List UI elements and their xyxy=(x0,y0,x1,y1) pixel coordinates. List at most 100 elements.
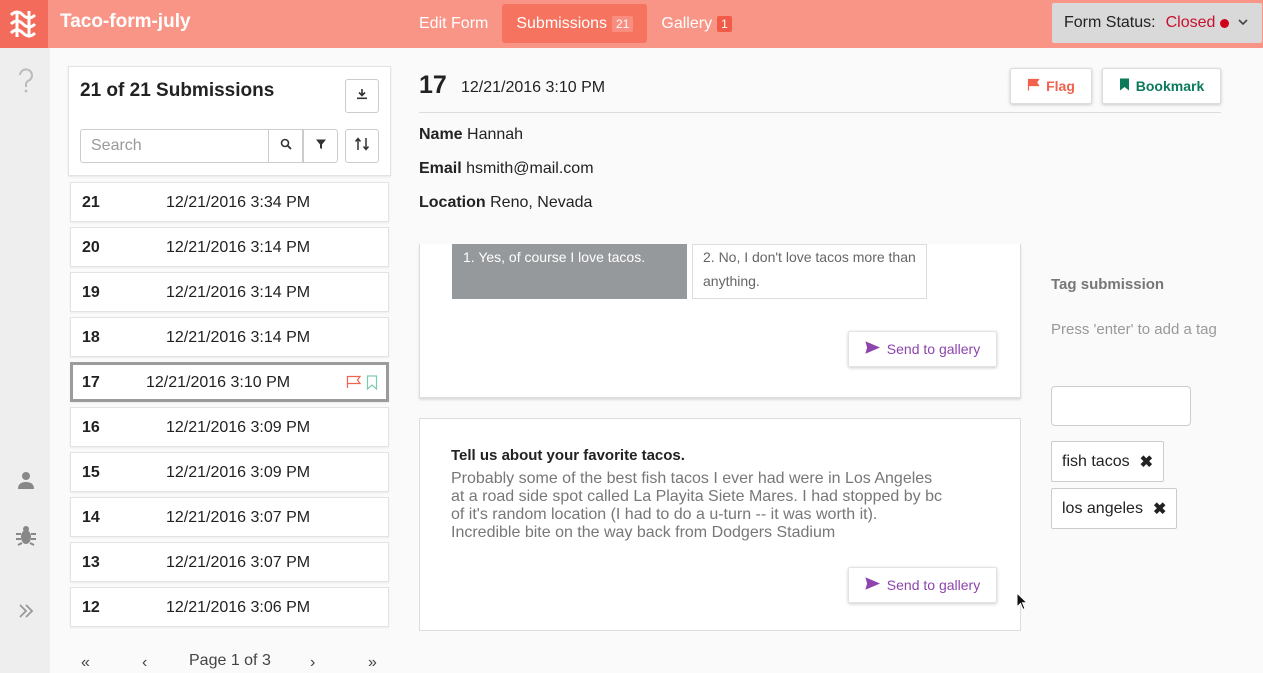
submission-row[interactable]: 15 12/21/2016 3:09 PM xyxy=(70,452,389,492)
submission-row[interactable]: 14 12/21/2016 3:07 PM xyxy=(70,497,389,537)
submission-row[interactable]: 20 12/21/2016 3:14 PM xyxy=(70,227,389,267)
submission-row[interactable]: 19 12/21/2016 3:14 PM xyxy=(70,272,389,312)
submissions-title: 21 of 21 Submissions xyxy=(80,80,275,101)
app-title: Taco-form-july xyxy=(60,11,191,32)
choice-option: 2. No, I don't love tacos more than anyt… xyxy=(692,244,927,299)
nav-submissions[interactable]: Submissions 21 xyxy=(502,4,648,43)
bookmark-icon xyxy=(1119,78,1130,94)
nav-submissions-label: Submissions xyxy=(516,14,608,32)
submission-row-selected[interactable]: 17 12/21/2016 3:10 PM xyxy=(70,362,389,402)
download-button[interactable] xyxy=(345,79,379,113)
field-label: Email xyxy=(419,160,462,177)
submission-row[interactable]: 13 12/21/2016 3:07 PM xyxy=(70,542,389,582)
first-page-button[interactable]: « xyxy=(81,654,90,672)
sort-button[interactable] xyxy=(345,129,379,163)
next-page-button[interactable]: › xyxy=(310,654,315,672)
submission-number: 18 xyxy=(82,329,100,346)
submissions-count-badge: 21 xyxy=(612,15,634,32)
logo-icon[interactable] xyxy=(0,0,48,48)
submission-number: 13 xyxy=(82,554,100,571)
field-label: Name xyxy=(419,126,463,143)
field-value: Hannah xyxy=(467,126,524,143)
remove-tag-icon[interactable]: ✖ xyxy=(1140,452,1153,472)
top-bar: Taco-form-july Edit Form Submissions 21 G… xyxy=(0,0,1263,48)
last-page-button[interactable]: » xyxy=(368,654,377,672)
answer-text: Probably some of the best fish tacos I e… xyxy=(451,470,942,541)
help-icon[interactable] xyxy=(14,68,38,93)
submission-date: 12/21/2016 3:14 PM xyxy=(166,329,311,346)
main-nav: Edit Form Submissions 21 Gallery 1 xyxy=(405,4,746,43)
search-icon xyxy=(280,137,292,155)
submission-number: 21 xyxy=(82,194,100,211)
send-to-gallery-button[interactable]: Send to gallery xyxy=(848,331,997,367)
submission-date: 12/21/2016 3:07 PM xyxy=(166,554,311,571)
submission-number: 16 xyxy=(82,419,100,436)
gallery-count-badge: 1 xyxy=(717,15,732,32)
field-email: Email hsmith@mail.com xyxy=(419,160,594,178)
tag-section-title: Tag submission xyxy=(1051,276,1165,293)
submission-row[interactable]: 12 12/21/2016 3:06 PM xyxy=(70,587,389,627)
answer-card-text: Tell us about your favorite tacos. Proba… xyxy=(419,418,1021,631)
remove-tag-icon[interactable]: ✖ xyxy=(1153,499,1166,519)
nav-gallery[interactable]: Gallery 1 xyxy=(647,4,745,43)
submission-row[interactable]: 16 12/21/2016 3:09 PM xyxy=(70,407,389,447)
expand-icon[interactable] xyxy=(14,599,38,623)
mouse-cursor-icon xyxy=(1016,591,1029,616)
form-status-label: Form Status: xyxy=(1064,14,1156,31)
divider xyxy=(419,112,1221,113)
submission-row[interactable]: 18 12/21/2016 3:14 PM xyxy=(70,317,389,357)
search-button[interactable] xyxy=(268,129,303,163)
field-name: Name Hannah xyxy=(419,126,523,144)
filter-button[interactable] xyxy=(303,129,338,163)
question-text: Tell us about your favorite tacos. xyxy=(451,447,685,464)
submission-number: 17 xyxy=(82,374,100,391)
submission-date: 12/21/2016 3:14 PM xyxy=(166,239,311,256)
nav-edit-form[interactable]: Edit Form xyxy=(405,4,502,43)
submission-number: 15 xyxy=(82,464,100,481)
tag-chip: fish tacos ✖ xyxy=(1051,441,1164,482)
flag-outline-icon[interactable] xyxy=(346,375,362,395)
submission-number: 19 xyxy=(82,284,100,301)
tag-chip: los angeles ✖ xyxy=(1051,488,1178,529)
nav-gallery-label: Gallery xyxy=(661,14,713,32)
choice-option-selected: 1. Yes, of course I love tacos. xyxy=(452,244,687,299)
send-to-gallery-label: Send to gallery xyxy=(886,341,981,357)
prev-page-button[interactable]: ‹ xyxy=(142,654,147,672)
flag-button[interactable]: Flag xyxy=(1010,68,1092,104)
submission-date: 12/21/2016 3:09 PM xyxy=(166,419,311,436)
submissions-panel: 21 of 21 Submissions xyxy=(68,66,391,176)
submission-number: 20 xyxy=(82,239,100,256)
field-label: Location xyxy=(419,194,486,211)
send-icon xyxy=(865,341,880,357)
status-dot-icon xyxy=(1220,18,1230,28)
tag-label: los angeles xyxy=(1062,499,1143,517)
chevron-down-icon xyxy=(1236,15,1250,34)
page-indicator: Page 1 of 3 xyxy=(189,652,271,669)
flag-icon xyxy=(1027,78,1040,94)
submission-date: 12/21/2016 3:34 PM xyxy=(166,194,311,211)
answer-card-choice: 1. Yes, of course I love tacos. 2. No, I… xyxy=(419,244,1021,398)
form-status-dropdown[interactable]: Form Status: Closed xyxy=(1052,3,1262,43)
submission-number: 14 xyxy=(82,509,100,526)
left-rail xyxy=(0,48,50,673)
submission-row[interactable]: 21 12/21/2016 3:34 PM xyxy=(70,182,389,222)
bug-icon[interactable] xyxy=(14,523,38,547)
submission-date: 12/21/2016 3:07 PM xyxy=(166,509,311,526)
tag-label: fish tacos xyxy=(1062,452,1130,470)
search-input[interactable] xyxy=(80,129,269,163)
tag-hint: Press 'enter' to add a tag xyxy=(1051,321,1217,338)
detail-date: 12/21/2016 3:10 PM xyxy=(461,79,606,96)
form-status-value: Closed xyxy=(1165,14,1216,31)
user-icon[interactable] xyxy=(14,468,38,492)
send-to-gallery-button[interactable]: Send to gallery xyxy=(848,567,997,603)
bookmark-button[interactable]: Bookmark xyxy=(1102,68,1221,104)
submission-date: 12/21/2016 3:06 PM xyxy=(166,599,311,616)
bookmark-outline-icon[interactable] xyxy=(366,375,378,395)
field-value: hsmith@mail.com xyxy=(466,160,594,177)
filter-icon xyxy=(315,137,327,155)
send-to-gallery-label: Send to gallery xyxy=(886,577,981,593)
tag-input[interactable] xyxy=(1051,386,1191,426)
sort-icon xyxy=(354,136,370,156)
nav-edit-form-label: Edit Form xyxy=(419,14,489,32)
submission-number: 12 xyxy=(82,599,100,616)
